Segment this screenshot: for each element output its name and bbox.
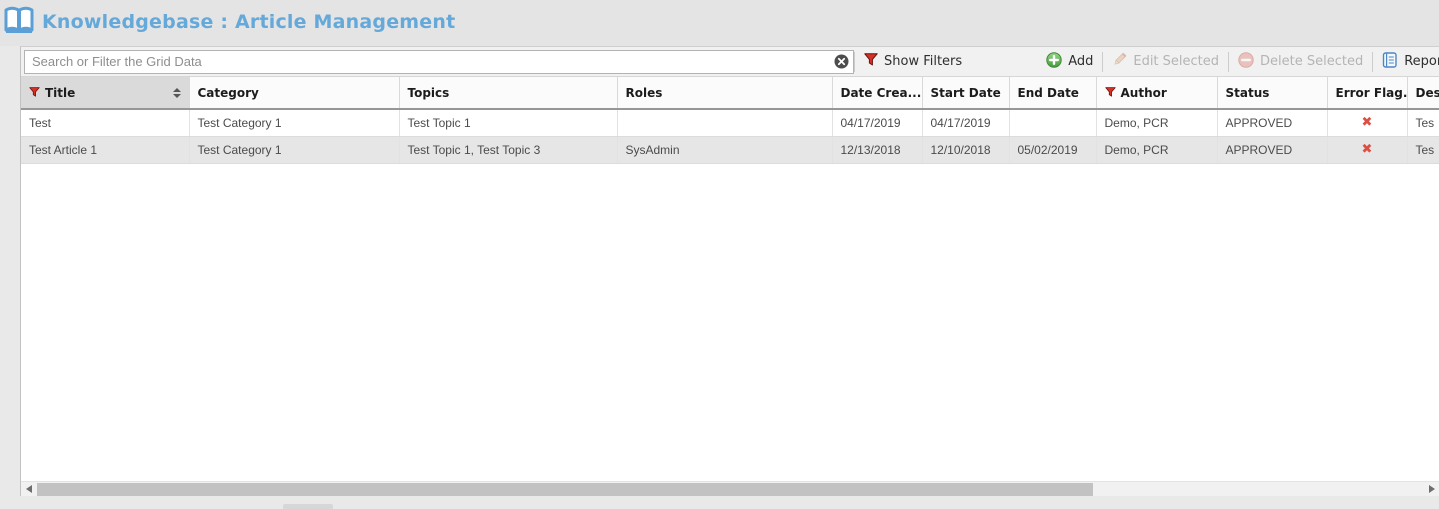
sort-arrows-icon bbox=[173, 88, 181, 98]
show-filters-button[interactable]: Show Filters bbox=[855, 49, 971, 75]
add-button[interactable]: Add bbox=[1037, 49, 1102, 75]
pencil-icon bbox=[1112, 52, 1127, 71]
cell-topics: Test Topic 1 bbox=[399, 109, 617, 136]
column-header-end-date[interactable]: End Date bbox=[1009, 77, 1096, 109]
column-label: Des... bbox=[1416, 86, 1439, 100]
column-label: Title bbox=[45, 86, 75, 100]
cell-description: Tes bbox=[1407, 109, 1439, 136]
column-header-category[interactable]: Category bbox=[189, 77, 399, 109]
bottom-partial-element bbox=[283, 504, 333, 509]
column-header-roles[interactable]: Roles bbox=[617, 77, 832, 109]
delete-selected-button[interactable]: Delete Selected bbox=[1229, 49, 1372, 75]
column-label: Date Crea... bbox=[841, 86, 922, 100]
add-label: Add bbox=[1068, 54, 1093, 69]
report-notebook-icon bbox=[1382, 52, 1398, 72]
cell-roles bbox=[617, 109, 832, 136]
cell-error-flag: ✖ bbox=[1327, 109, 1407, 136]
cell-category: Test Category 1 bbox=[189, 136, 399, 163]
minus-circle-icon bbox=[1238, 52, 1254, 72]
column-label: Status bbox=[1226, 86, 1270, 100]
cell-topics: Test Topic 1, Test Topic 3 bbox=[399, 136, 617, 163]
column-header-error-flag[interactable]: Error Flag... bbox=[1327, 77, 1407, 109]
cell-error-flag: ✖ bbox=[1327, 136, 1407, 163]
red-x-icon: ✖ bbox=[1362, 142, 1373, 157]
edit-selected-label: Edit Selected bbox=[1133, 54, 1219, 69]
column-header-topics[interactable]: Topics bbox=[399, 77, 617, 109]
horizontal-scrollbar[interactable] bbox=[21, 481, 1439, 496]
column-label: Roles bbox=[626, 86, 663, 100]
cell-start-date: 04/17/2019 bbox=[922, 109, 1009, 136]
column-label: Topics bbox=[408, 86, 450, 100]
scrollbar-thumb[interactable] bbox=[37, 483, 1093, 496]
cell-end-date: 05/02/2019 bbox=[1009, 136, 1096, 163]
column-header-date-created[interactable]: Date Crea... bbox=[832, 77, 922, 109]
table-row[interactable]: Test Test Category 1 Test Topic 1 04/17/… bbox=[21, 109, 1439, 136]
red-x-icon: ✖ bbox=[1362, 115, 1373, 130]
header-row: Title Category Topics Roles Date Crea...… bbox=[21, 77, 1439, 109]
filter-funnel-icon bbox=[864, 53, 878, 70]
cell-date-created: 12/13/2018 bbox=[832, 136, 922, 163]
cell-title: Test bbox=[21, 109, 189, 136]
edit-selected-button[interactable]: Edit Selected bbox=[1103, 49, 1228, 75]
show-filters-label: Show Filters bbox=[884, 54, 962, 69]
column-header-description[interactable]: Des... bbox=[1407, 77, 1439, 109]
scroll-right-arrow-icon[interactable] bbox=[1429, 485, 1435, 493]
cell-start-date: 12/10/2018 bbox=[922, 136, 1009, 163]
cell-author: Demo, PCR bbox=[1096, 109, 1217, 136]
cell-author: Demo, PCR bbox=[1096, 136, 1217, 163]
column-header-title[interactable]: Title bbox=[21, 77, 189, 109]
column-label: Start Date bbox=[931, 86, 1001, 100]
report-button[interactable]: Report bbox=[1373, 49, 1439, 75]
cell-category: Test Category 1 bbox=[189, 109, 399, 136]
plus-circle-icon bbox=[1046, 52, 1062, 72]
cell-status: APPROVED bbox=[1217, 109, 1327, 136]
grid-panel: Show Filters Add bbox=[20, 46, 1439, 496]
scroll-left-arrow-icon[interactable] bbox=[26, 485, 32, 493]
table-row[interactable]: Test Article 1 Test Category 1 Test Topi… bbox=[21, 136, 1439, 163]
page-title: Knowledgebase : Article Management bbox=[42, 11, 455, 33]
column-label: Author bbox=[1121, 86, 1167, 100]
column-label: Category bbox=[198, 86, 259, 100]
column-header-author[interactable]: Author bbox=[1096, 77, 1217, 109]
search-wrap bbox=[24, 50, 854, 74]
column-label: Error Flag... bbox=[1336, 86, 1408, 100]
column-header-start-date[interactable]: Start Date bbox=[922, 77, 1009, 109]
clear-search-icon[interactable] bbox=[834, 54, 849, 69]
column-label: End Date bbox=[1018, 86, 1079, 100]
cell-description: Tes bbox=[1407, 136, 1439, 163]
knowledgebase-book-icon bbox=[2, 4, 36, 42]
report-label: Report bbox=[1404, 54, 1439, 69]
filter-funnel-icon[interactable] bbox=[1105, 86, 1116, 100]
cell-status: APPROVED bbox=[1217, 136, 1327, 163]
search-input[interactable] bbox=[24, 50, 854, 74]
column-header-status[interactable]: Status bbox=[1217, 77, 1327, 109]
cell-roles: SysAdmin bbox=[617, 136, 832, 163]
cell-title: Test Article 1 bbox=[21, 136, 189, 163]
grid: Title Category Topics Roles Date Crea...… bbox=[21, 77, 1439, 164]
cell-date-created: 04/17/2019 bbox=[832, 109, 922, 136]
grid-toolbar: Show Filters Add bbox=[21, 47, 1439, 77]
title-band: Knowledgebase : Article Management bbox=[0, 0, 1439, 46]
filter-funnel-icon[interactable] bbox=[29, 86, 40, 100]
delete-selected-label: Delete Selected bbox=[1260, 54, 1363, 69]
cell-end-date bbox=[1009, 109, 1096, 136]
